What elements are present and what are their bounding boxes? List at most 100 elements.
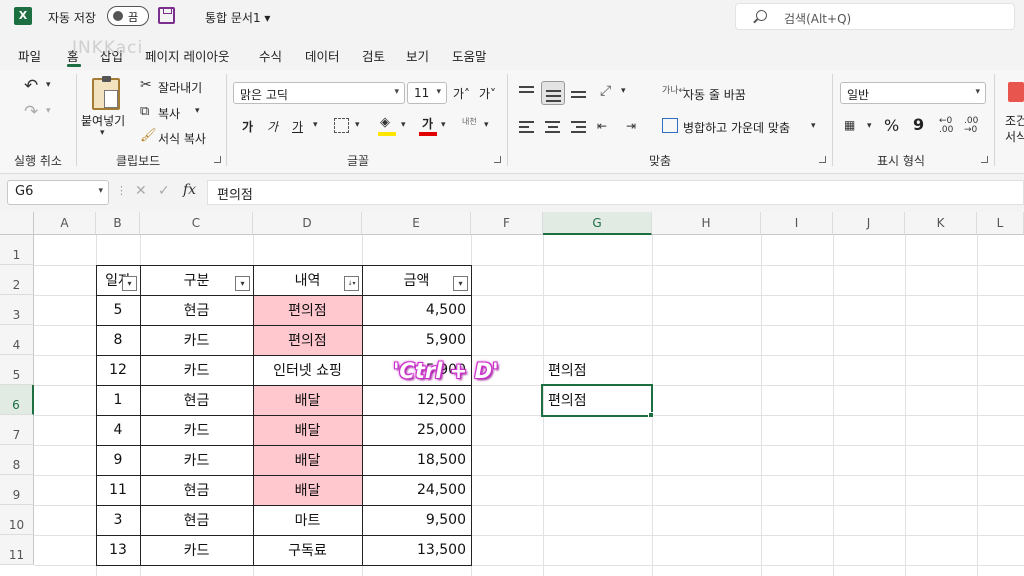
fill-handle[interactable] [648,412,654,418]
font-name-select[interactable]: 맑은 고딕 ▾ [233,82,405,104]
align-right-icon[interactable] [569,118,589,138]
decrease-decimal-icon[interactable]: .00 →0 [964,117,978,135]
cancel-entry-icon[interactable]: ✕ [135,183,147,199]
autosave-toggle[interactable]: 끔 [107,6,149,26]
merge-center-button[interactable]: 병합하고 가운데 맞춤 [683,119,790,136]
row-header-6[interactable]: 6 [0,385,34,415]
tab-formulas[interactable]: 수식 [259,46,282,65]
row-header-4[interactable]: 4 [0,325,34,355]
tab-view[interactable]: 보기 [406,46,429,65]
fill-color-icon[interactable]: ◈ [380,115,390,130]
filter-dropdown-icon[interactable]: ▾ [453,276,468,291]
column-header-g[interactable]: G [543,212,652,235]
underline-dropdown-icon[interactable]: ▾ [313,120,318,130]
search-input[interactable]: 검색(Alt+Q) [735,3,1015,30]
formula-input[interactable]: 편의점 [207,180,1024,205]
phonetic-dropdown-icon[interactable]: ▾ [484,120,489,130]
column-header-c[interactable]: C [140,212,253,235]
merge-center-icon[interactable] [662,118,678,133]
insert-function-icon[interactable]: fx [183,182,196,198]
orientation-icon[interactable]: ⤢ [600,83,611,99]
orientation-dropdown-icon[interactable]: ▾ [621,86,626,96]
save-icon[interactable] [158,7,175,24]
row-header-2[interactable]: 2 [0,265,34,295]
align-left-icon[interactable] [517,118,537,138]
column-header-d[interactable]: D [253,212,362,235]
phonetic-icon[interactable]: 내천 [462,116,477,127]
merge-dropdown-icon[interactable]: ▾ [811,121,816,131]
column-header-l[interactable]: L [977,212,1024,235]
column-header-a[interactable]: A [34,212,96,235]
confirm-entry-icon[interactable]: ✓ [158,183,170,199]
column-header-i[interactable]: I [761,212,833,235]
row-header-10[interactable]: 10 [0,505,34,535]
undo-icon[interactable]: ↶ [24,76,38,96]
grow-font-button[interactable]: 가˄ [453,85,470,102]
align-top-icon[interactable] [517,82,537,102]
tab-data[interactable]: 데이터 [305,46,340,65]
underline-button[interactable]: 가 [292,118,303,135]
increase-decimal-icon[interactable]: ←0.00 [939,117,953,135]
clipboard-launcher-icon[interactable] [214,156,221,163]
column-header-h[interactable]: H [652,212,761,235]
row-header-9[interactable]: 9 [0,475,34,505]
redo-icon[interactable]: ↷ [24,102,38,122]
column-header-j[interactable]: J [833,212,905,235]
decrease-indent-icon[interactable]: ⇤ [597,119,607,133]
copy-button[interactable]: 복사 [158,105,180,122]
column-header-b[interactable]: B [96,212,140,235]
format-painter-icon[interactable]: 🖌 [140,128,157,143]
format-painter-button[interactable]: 서식 복사 [158,130,206,147]
copy-dropdown-icon[interactable]: ▾ [195,106,200,116]
accounting-format-icon[interactable]: ▦ [844,118,855,132]
accounting-dropdown-icon[interactable]: ▾ [867,121,872,131]
cut-icon[interactable]: ✂ [140,77,152,93]
conditional-format-icon[interactable] [1008,82,1024,102]
tab-file[interactable]: 파일 [18,46,41,65]
row-header-5[interactable]: 5 [0,355,34,385]
number-format-select[interactable]: 일반 ▾ [840,82,986,104]
column-header-k[interactable]: K [905,212,977,235]
row-header-3[interactable]: 3 [0,295,34,325]
conditional-format-line1[interactable]: 조건 [1005,112,1024,129]
column-header-e[interactable]: E [362,212,471,235]
filter-dropdown-icon[interactable]: ↓▾ [344,276,359,291]
paste-dropdown-icon[interactable]: ▾ [100,128,105,138]
filter-dropdown-icon[interactable]: ▾ [235,276,250,291]
chevron-down-icon[interactable]: ▾ [98,186,103,196]
row-header-7[interactable]: 7 [0,415,34,445]
wrap-text-button[interactable]: 자동 줄 바꿈 [683,86,746,103]
redo-dropdown-icon[interactable]: ▾ [46,106,51,116]
shrink-font-button[interactable]: 가˅ [479,85,496,102]
alignment-launcher-icon[interactable] [819,156,826,163]
fill-dropdown-icon[interactable]: ▾ [401,120,406,130]
italic-button[interactable]: 가 [267,118,278,135]
border-icon[interactable] [334,118,349,133]
cell-g5[interactable]: 편의점 [543,355,652,385]
cut-button[interactable]: 잘라내기 [158,79,202,96]
column-header-f[interactable]: F [471,212,543,235]
undo-dropdown-icon[interactable]: ▾ [46,80,51,90]
conditional-format-line2[interactable]: 서식 [1005,128,1024,145]
select-all-corner[interactable] [0,212,34,235]
tab-page-layout[interactable]: 페이지 레이아웃 [145,46,229,65]
tab-review[interactable]: 검토 [362,46,385,65]
row-header-1[interactable]: 1 [0,235,34,265]
paste-button[interactable]: 붙여넣기 [81,112,125,129]
font-color-icon[interactable]: 가 [422,115,433,132]
copy-icon[interactable]: ⧉ [140,104,149,119]
align-center-icon[interactable] [543,118,563,138]
name-box[interactable]: G6 ▾ [7,180,109,205]
font-launcher-icon[interactable] [494,156,501,163]
filter-dropdown-icon[interactable]: ▾ [122,276,137,291]
align-middle-icon[interactable] [541,81,565,105]
border-dropdown-icon[interactable]: ▾ [355,120,360,130]
align-bottom-icon[interactable] [569,82,589,102]
bold-button[interactable]: 가 [242,118,253,135]
font-color-dropdown-icon[interactable]: ▾ [441,120,446,130]
increase-indent-icon[interactable]: ⇥ [626,119,636,133]
paste-icon[interactable] [92,76,120,110]
comma-button[interactable]: 9 [913,115,924,134]
row-header-8[interactable]: 8 [0,445,34,475]
row-header-11[interactable]: 11 [0,535,34,565]
